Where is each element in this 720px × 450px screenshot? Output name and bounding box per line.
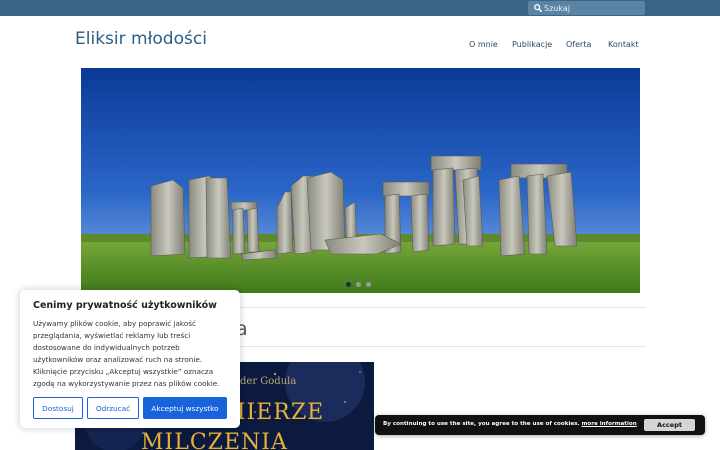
cookie-notice-text: By continuing to use the site, you agree… [383,421,637,427]
consent-line: Używamy plików cookie, aby poprawić jako… [33,319,196,328]
hero-slider[interactable] [81,68,640,293]
reject-button[interactable]: Odrzucać [87,397,139,419]
slider-dot-3[interactable] [366,282,371,287]
search-icon[interactable] [534,4,542,12]
top-bar [0,0,720,16]
cookie-notice-message: By continuing to use the site, you agree… [383,421,580,427]
cookie-consent-dialog: Cenimy prywatność użytkowników Używamy p… [20,290,240,428]
slider-dot-1[interactable] [346,282,351,287]
consent-line: przeglądania, wyświetlać reklamy lub tre… [33,331,191,340]
slider-dot-2[interactable] [356,282,361,287]
main-nav: O mnie Publikacje Oferta Kontakt [0,40,720,54]
nav-item-oferta[interactable]: Oferta [566,40,591,49]
consent-line: użytkowników oraz analizować ruch na str… [33,355,203,364]
customize-button[interactable]: Dostosuj [33,397,83,419]
cookie-notice-bar: By continuing to use the site, you agree… [375,415,705,435]
nav-item-kontakt[interactable]: Kontakt [608,40,639,49]
book-author: der Godula [240,376,297,387]
cookie-accept-button[interactable]: Accept [644,418,695,431]
nav-item-publikacje[interactable]: Publikacje [512,40,552,49]
more-information-link[interactable]: more information [582,421,637,427]
consent-title: Cenimy prywatność użytkowników [33,300,217,311]
consent-line: zgodę na wykorzystywanie przez nas plikó… [33,379,220,388]
consent-line: dostosowane do indywidualnych potrzeb [33,343,180,352]
search-input[interactable] [544,1,642,15]
nav-item-o-mnie[interactable]: O mnie [469,40,498,49]
search-box[interactable] [528,1,645,15]
stonehenge-image [81,68,640,293]
book-title-line2: MILCZENIA [141,430,288,450]
consent-line: Kliknięcie przycisku „Akceptuj wszystkie… [33,367,214,376]
consent-text: Używamy plików cookie, aby poprawić jako… [33,318,233,390]
accept-all-button[interactable]: Akceptuj wszystko [143,397,227,419]
